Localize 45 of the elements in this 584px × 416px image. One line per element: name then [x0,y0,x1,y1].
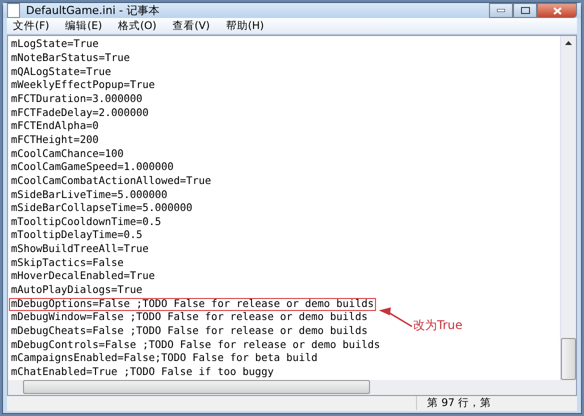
text-line: mShowBuildTreeAll=True [10,243,150,257]
maximize-icon [520,7,530,14]
menu-item[interactable]: 文件(F) [7,18,56,34]
text-line: mCampaignsEnabled=False;TODO False for beta build [10,352,319,366]
close-icon [552,6,562,14]
annotation-arrow [378,307,412,328]
text-line: mCoolCamCombatActionAllowed=True [10,174,212,189]
text-line: mSkipTactics=False [10,256,125,270]
notepad-icon [7,3,20,18]
menu-item[interactable]: 帮助(H) [220,18,270,34]
minimize-icon [497,9,505,12]
minimize-button[interactable] [489,3,513,18]
menu-item[interactable]: 格式(O) [112,18,163,34]
text-line: mTooltipCooldownTime=0.5 [10,216,162,230]
text-line: mDebugWindow=False ;TODO False for release or demo builds [10,311,369,326]
text-line: mQALogState=True [10,66,112,80]
maximize-button[interactable] [513,3,537,18]
text-line: mCoolCamGameSpeed=1.000000 [10,161,175,175]
text-line: mDebugControls=False ;TODO False for release or demo builds [10,338,382,352]
text-line: mLogState=True [10,38,100,52]
text-line: mFCTHeight=200 [10,134,100,148]
text-line: mNoteBarStatus=True [10,52,131,66]
annotation-text: 改为True [413,317,462,334]
text-line: mChatEnabled=True ;TODO False if too buggy [10,366,275,380]
scroll-thumb[interactable] [561,338,576,380]
text-line: mDebugCheats=False ;TODO False for release or demo builds [10,325,369,339]
text-line: mFCTDuration=3.000000 [10,92,144,107]
vertical-scrollbar[interactable] [560,36,576,380]
text-line: mTooltipDelayTime=0.5 [10,229,144,244]
text-line: mAutoPlayDialogs=True [10,284,144,298]
text-line: mFCTFadeDelay=2.000000 [10,106,150,120]
text-line: mFCTEndAlpha=0 [10,120,100,134]
scroll-thumb[interactable] [23,380,370,394]
text-line: mWeeklyEffectPopup=True [10,79,156,93]
text-line: mSideBarCollapseTime=5.000000 [10,202,194,216]
horizontal-scrollbar[interactable] [8,380,560,395]
close-button[interactable] [537,3,577,18]
window-title: DefaultGame.ini - 记事本 [26,3,160,18]
text-line: mHoverDecalEnabled=True [10,270,156,284]
scroll-up-icon [565,41,572,46]
text-line: mCoolCamChance=100 [10,148,125,162]
text-line: mSideBarLiveTime=5.000000 [10,188,168,202]
menu-item[interactable]: 编辑(E) [59,18,108,34]
menu-item[interactable]: 查看(V) [166,18,216,34]
cursor-position: 第 97 行，第 [416,396,577,410]
